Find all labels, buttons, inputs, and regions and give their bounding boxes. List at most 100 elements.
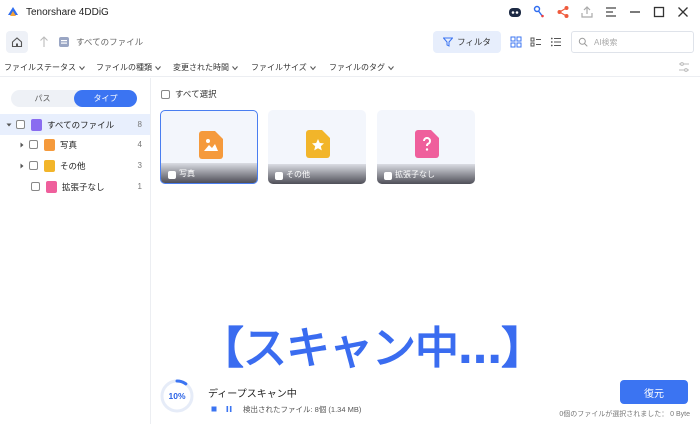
tree-checkbox[interactable] (29, 161, 38, 170)
key-icon[interactable] (530, 3, 548, 21)
found-files-text: 検出されたファイル: 8個 (1.34 MB) (243, 405, 362, 414)
home-icon (11, 37, 23, 48)
question-file-icon (415, 130, 439, 158)
toolbar: すべてのファイル フィルタ (0, 30, 700, 54)
close-icon[interactable] (674, 3, 692, 21)
share-icon[interactable] (554, 3, 572, 21)
tree-item-label: 拡張子なし (62, 181, 105, 192)
tree-item-no-extension[interactable]: 拡張子なし 1 (0, 176, 150, 197)
filter-settings-icon[interactable] (678, 61, 690, 73)
tree-checkbox[interactable] (16, 120, 25, 129)
card-checkbox[interactable] (275, 172, 283, 180)
tree-item-count: 4 (137, 140, 142, 149)
export-icon[interactable] (578, 3, 596, 21)
photo-icon (199, 131, 223, 159)
selected-files-info: 0個のファイルが選択されました： 0 Byte (559, 411, 690, 418)
collapse-arrow-icon[interactable] (5, 121, 13, 129)
no-extension-icon (46, 180, 57, 193)
filter-file-size[interactable]: ファイルサイズ (251, 62, 316, 73)
bottom-bar: 10% ディープスキャン中 検出されたファイル: 8個 (1.34 MB) 復元… (151, 366, 700, 424)
filter-file-type[interactable]: ファイルの種類 (96, 62, 161, 73)
app-title: Tenorshare 4DDiG (26, 6, 109, 18)
maximize-icon[interactable] (650, 3, 668, 21)
filter-file-status[interactable]: ファイルステータス (4, 62, 85, 73)
filter-modified-time-label: 変更された時間 (173, 63, 229, 72)
card-label: 写真 (179, 169, 195, 178)
tree-item-count: 1 (137, 182, 142, 191)
tab-type[interactable]: タイプ (74, 90, 137, 107)
tree-item-label: すべてのファイル (47, 119, 115, 130)
search-input[interactable] (594, 37, 684, 47)
tree-item-label: 写真 (60, 139, 78, 150)
detail-view-icon (530, 37, 541, 47)
file-card-no-extension[interactable]: 拡張子なし (377, 110, 475, 184)
list-view-icon (550, 37, 561, 47)
card-label: 拡張子なし (395, 170, 435, 179)
select-all-label: すべて選択 (175, 89, 217, 99)
pause-button[interactable] (223, 403, 234, 414)
up-arrow-icon (40, 36, 48, 47)
expand-arrow-icon[interactable] (18, 162, 26, 170)
minimize-icon[interactable] (626, 3, 644, 21)
tree-checkbox[interactable] (29, 140, 38, 149)
tree-item-all-files[interactable]: すべてのファイル 8 (0, 114, 150, 135)
tree-item-photos[interactable]: 写真 4 (0, 134, 150, 155)
tree-item-other[interactable]: その他 3 (0, 155, 150, 176)
card-footer: その他 (268, 164, 366, 184)
home-button[interactable] (6, 31, 28, 53)
chevron-down-icon (79, 65, 85, 70)
other-icon (44, 159, 55, 172)
card-label: その他 (286, 170, 310, 179)
menu-icon[interactable] (602, 3, 620, 21)
detail-view-button[interactable] (528, 34, 544, 50)
card-footer: 拡張子なし (377, 164, 475, 184)
card-checkbox[interactable] (384, 172, 392, 180)
search-icon (578, 37, 588, 47)
filter-file-tag[interactable]: ファイルのタグ (329, 62, 394, 73)
grid-view-button[interactable] (508, 34, 524, 50)
card-checkbox[interactable] (168, 171, 176, 179)
stop-icon (211, 406, 216, 411)
app-logo-icon (6, 5, 20, 19)
chevron-down-icon (155, 65, 161, 70)
up-arrow-button[interactable] (36, 34, 52, 50)
list-view-button[interactable] (548, 34, 564, 50)
filter-modified-time[interactable]: 変更された時間 (173, 62, 238, 73)
filter-file-type-label: ファイルの種類 (96, 63, 152, 72)
restore-button[interactable]: 復元 (620, 380, 688, 404)
card-footer: 写真 (161, 163, 257, 183)
select-all[interactable]: すべて選択 (161, 88, 217, 100)
grid-view-icon (510, 36, 522, 48)
robot-icon[interactable] (506, 3, 524, 21)
file-card-other[interactable]: その他 (268, 110, 366, 184)
tree-checkbox[interactable] (31, 182, 40, 191)
select-all-checkbox[interactable] (161, 89, 170, 99)
tree-item-count: 8 (137, 120, 142, 129)
search-box[interactable] (571, 31, 694, 53)
filter-file-size-label: ファイルサイズ (251, 63, 307, 72)
progress-percent: 10% (168, 391, 186, 401)
scan-status-title: ディープスキャン中 (208, 389, 297, 400)
tree-item-count: 3 (137, 161, 142, 170)
breadcrumb[interactable]: すべてのファイル (76, 36, 143, 48)
title-bar: Tenorshare 4DDiG (0, 0, 700, 24)
tab-path[interactable]: パス (11, 90, 74, 107)
star-file-icon (306, 130, 330, 158)
pause-icon (226, 405, 231, 412)
filter-bar: ファイルステータス ファイルの種類 変更された時間 ファイルサイズ ファイルのタ… (0, 57, 700, 77)
all-files-icon (31, 118, 42, 131)
file-card-photos[interactable]: 写真 (160, 110, 258, 184)
expand-arrow-icon[interactable] (18, 141, 26, 149)
chevron-down-icon (232, 65, 238, 70)
filter-file-tag-label: ファイルのタグ (329, 63, 385, 72)
filter-file-status-label: ファイルステータス (4, 63, 76, 72)
files-folder-icon (59, 37, 69, 47)
tree-item-label: その他 (60, 160, 86, 171)
filter-button-label: フィルタ (457, 37, 491, 47)
photo-icon (44, 138, 55, 151)
filter-button[interactable]: フィルタ (433, 31, 501, 53)
chevron-down-icon (309, 65, 316, 70)
stop-button[interactable] (208, 403, 219, 414)
filter-icon (443, 37, 454, 47)
sidebar: パス タイプ すべてのファイル 8 写真 4 その他 3 拡張子なし 1 (0, 78, 151, 424)
